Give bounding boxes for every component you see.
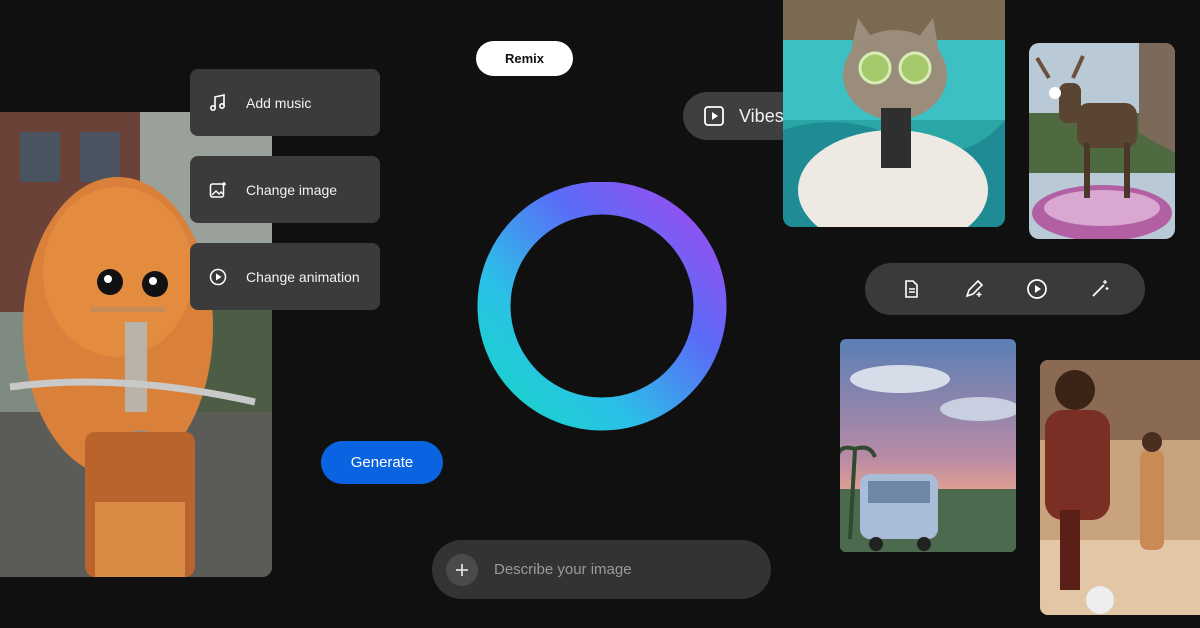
vibes-label: Vibes [739,105,784,126]
change-animation-label: Change animation [246,268,360,285]
play-circle-icon [208,267,228,287]
moose-trampoline-image [1029,43,1175,239]
generate-button[interactable]: Generate [321,441,443,484]
magic-wand-icon[interactable] [1088,277,1112,301]
van-sunset-image [840,339,1016,552]
document-icon[interactable] [899,277,923,301]
pencil-sparkle-icon[interactable] [962,277,986,301]
remix-label: Remix [504,51,545,66]
edit-toolbar [865,263,1145,315]
change-image-button[interactable]: Change image [190,156,380,223]
loading-ring [476,181,728,434]
prompt-placeholder: Describe your image [494,561,632,578]
generate-label: Generate [350,454,414,471]
cat-pool-image [783,0,1005,227]
soccer-player-image [1040,360,1200,615]
describe-image-input[interactable]: Describe your image [432,540,771,599]
add-music-button[interactable]: Add music [190,69,380,136]
plus-icon[interactable] [446,553,478,586]
music-note-icon [208,93,228,113]
play-square-icon [703,105,725,127]
play-circle-icon[interactable] [1025,277,1049,301]
image-sparkle-icon [208,180,228,200]
change-animation-button[interactable]: Change animation [190,243,380,310]
add-music-label: Add music [246,94,312,111]
change-image-label: Change image [246,181,338,198]
remix-button[interactable]: Remix [476,41,573,76]
